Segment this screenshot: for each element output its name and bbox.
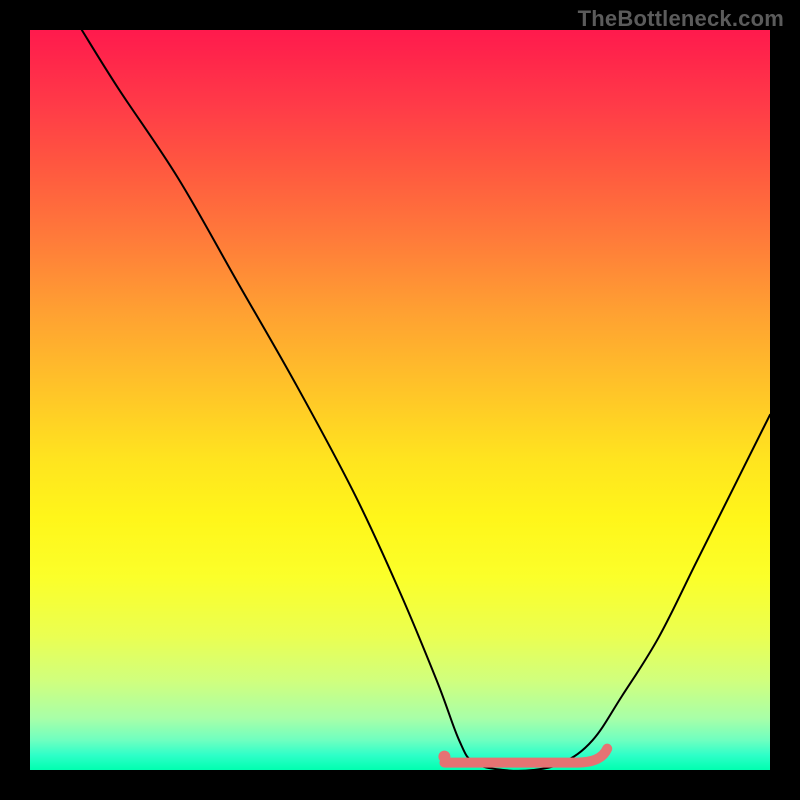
plot-area [30, 30, 770, 770]
chart-container: TheBottleneck.com [0, 0, 800, 800]
bottleneck-curve [82, 30, 770, 771]
watermark-text: TheBottleneck.com [578, 6, 784, 32]
optimal-zone-marker [438, 751, 450, 763]
chart-svg [30, 30, 770, 770]
